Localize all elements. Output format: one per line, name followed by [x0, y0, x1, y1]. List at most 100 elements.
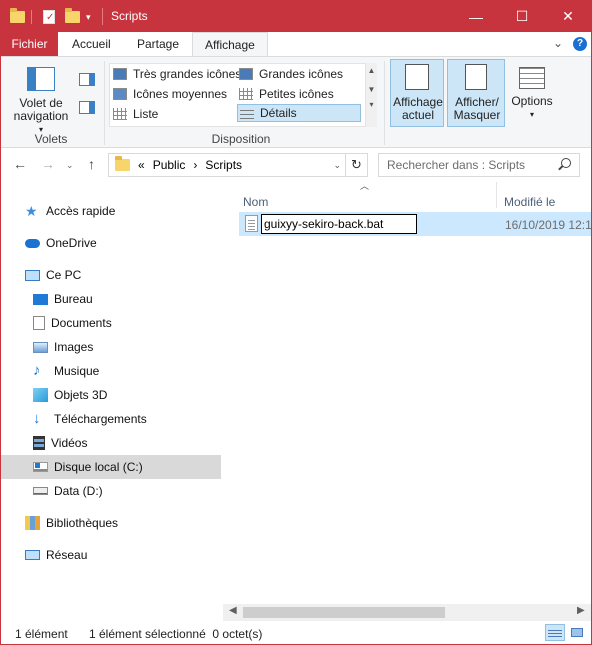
medium-icons-icon	[113, 88, 127, 100]
tab-fichier[interactable]: Fichier	[1, 32, 58, 56]
file-row[interactable]: guixyy-sekiro-back.bat 16/10/2019 12:16	[239, 212, 591, 236]
expand-ribbon-icon[interactable]: ⌄	[553, 36, 563, 50]
minimize-button[interactable]: —	[453, 1, 499, 32]
rename-input[interactable]: guixyy-sekiro-back.bat	[261, 214, 417, 234]
nav-label: Images	[54, 340, 94, 354]
explorer-window: ✓ ▾ Scripts — ☐ ✕ Fichier Accueil Partag…	[0, 0, 592, 645]
nav-label: Téléchargements	[54, 412, 147, 426]
nav-label: Réseau	[46, 548, 88, 562]
group-separator	[104, 61, 105, 145]
folder-icon	[10, 7, 25, 27]
layout-medium-icons[interactable]: Icônes moyennes	[113, 85, 227, 103]
layout-details[interactable]: Détails	[237, 104, 361, 122]
preview-pane-icon[interactable]	[79, 73, 95, 86]
details-pane-icon[interactable]	[79, 101, 95, 114]
column-header-modified[interactable]: Modifié le	[504, 195, 555, 209]
nav-quick-access[interactable]: ★ Accès rapide	[25, 199, 115, 223]
nav-data-d[interactable]: Data (D:)	[33, 479, 103, 503]
navigation-pane-label: Volet de navigation	[13, 96, 69, 123]
large-icons-view-icon[interactable]	[567, 624, 587, 641]
computer-icon	[25, 269, 40, 281]
cloud-icon	[25, 238, 40, 248]
address-bar[interactable]: « Public › Scripts ⌄	[108, 153, 346, 177]
nav-label: OneDrive	[46, 236, 97, 250]
nav-label: Objets 3D	[54, 388, 108, 402]
file-modified-date: 16/10/2019 12:16	[505, 218, 591, 232]
options-button[interactable]: Options ▾	[508, 63, 556, 121]
nav-desktop[interactable]: Bureau	[33, 287, 93, 311]
breadcrumb-public[interactable]: Public	[153, 158, 186, 172]
navigation-pane-button[interactable]: Volet de navigation ▾	[9, 63, 73, 136]
nav-downloads[interactable]: ↓ Téléchargements	[33, 407, 147, 431]
nav-onedrive[interactable]: OneDrive	[25, 231, 97, 255]
breadcrumb-scripts[interactable]: Scripts	[205, 158, 242, 172]
recent-locations-icon[interactable]: ⌄	[66, 160, 74, 171]
search-icon[interactable]	[561, 158, 571, 168]
close-button[interactable]: ✕	[545, 1, 591, 32]
scroll-right-icon[interactable]: ▶	[577, 605, 585, 616]
tab-partage[interactable]: Partage	[125, 32, 191, 56]
search-placeholder: Rechercher dans : Scripts	[387, 158, 526, 172]
address-row: ← → ⌄ ↑ « Public › Scripts ⌄ ↻ Recherche…	[1, 148, 591, 182]
scrollbar-thumb[interactable]	[243, 607, 445, 618]
layout-label: Très grandes icônes	[133, 67, 242, 81]
horizontal-scrollbar[interactable]: ◀ ▶	[223, 604, 591, 621]
nav-libraries[interactable]: Bibliothèques	[25, 511, 118, 535]
current-view-icon	[405, 64, 429, 90]
window-title: Scripts	[111, 9, 148, 23]
layout-label: Détails	[260, 106, 297, 120]
nav-documents[interactable]: Documents	[33, 311, 112, 335]
nav-label: Accès rapide	[46, 204, 116, 218]
current-view-button[interactable]: Affichage actuel	[390, 59, 444, 127]
nav-images[interactable]: Images	[33, 335, 93, 359]
nav-this-pc[interactable]: Ce PC	[25, 263, 81, 287]
title-bar[interactable]: ✓ ▾ Scripts — ☐ ✕	[1, 1, 591, 32]
show-hide-icon	[465, 64, 487, 90]
layout-gallery-scroll[interactable]: ▲ ▼ ▾	[365, 63, 377, 127]
qat-separator	[31, 10, 32, 24]
nav-music[interactable]: ♪ Musique	[33, 359, 99, 383]
column-separator[interactable]	[496, 182, 497, 208]
help-icon[interactable]: ?	[573, 37, 587, 51]
scroll-up-icon[interactable]: ▲	[366, 66, 377, 75]
gallery-more-icon[interactable]: ▾	[366, 100, 377, 109]
layout-small-icons[interactable]: Petites icônes	[239, 85, 334, 103]
documents-icon	[33, 316, 45, 330]
layout-label: Liste	[133, 107, 159, 121]
nav-3d-objects[interactable]: Objets 3D	[33, 383, 107, 407]
refresh-icon[interactable]: ↻	[346, 153, 368, 177]
search-input[interactable]: Rechercher dans : Scripts	[378, 153, 580, 177]
breadcrumb-prefix[interactable]: «	[138, 158, 145, 172]
sort-ascending-icon: ︿	[360, 182, 370, 191]
nav-videos[interactable]: Vidéos	[33, 431, 87, 455]
properties-icon[interactable]: ✓	[43, 7, 55, 27]
new-folder-icon[interactable]	[65, 7, 80, 27]
forward-icon[interactable]: →	[41, 156, 55, 172]
tab-accueil[interactable]: Accueil	[60, 32, 123, 56]
nav-local-disk-c[interactable]: Disque local (C:)	[1, 455, 221, 479]
batch-file-icon	[245, 215, 258, 232]
layout-large-icons[interactable]: Grandes icônes	[239, 65, 343, 83]
customize-qat-icon[interactable]: ▾	[86, 7, 91, 27]
nav-network[interactable]: Réseau	[25, 543, 87, 567]
chevron-right-icon[interactable]: ›	[193, 158, 197, 172]
show-hide-button[interactable]: Afficher/ Masquer	[447, 59, 505, 127]
scroll-left-icon[interactable]: ◀	[229, 605, 237, 616]
scroll-down-icon[interactable]: ▼	[366, 85, 377, 94]
nav-label: Ce PC	[46, 268, 82, 282]
maximize-button[interactable]: ☐	[499, 1, 545, 32]
file-list: ︿ Nom Modifié le guixyy-sekiro-back.bat …	[223, 182, 591, 602]
layout-list[interactable]: Liste	[113, 105, 158, 123]
up-icon[interactable]: ↑	[88, 156, 95, 172]
tab-affichage[interactable]: Affichage	[192, 32, 268, 57]
column-header-name[interactable]: Nom	[243, 195, 268, 209]
back-icon[interactable]: ←	[13, 156, 27, 172]
address-dropdown-icon[interactable]: ⌄	[333, 160, 341, 171]
details-view-icon[interactable]	[545, 624, 565, 641]
layout-extra-large-icons[interactable]: Très grandes icônes	[113, 65, 241, 83]
layout-label: Grandes icônes	[259, 67, 344, 81]
options-label: Options	[511, 94, 553, 108]
item-count: 1 élément	[15, 627, 68, 641]
selection-info: 1 élément sélectionné 0 octet(s)	[89, 627, 263, 641]
ribbon-tabs: Fichier Accueil Partage Affichage ⌄ ?	[1, 32, 591, 57]
